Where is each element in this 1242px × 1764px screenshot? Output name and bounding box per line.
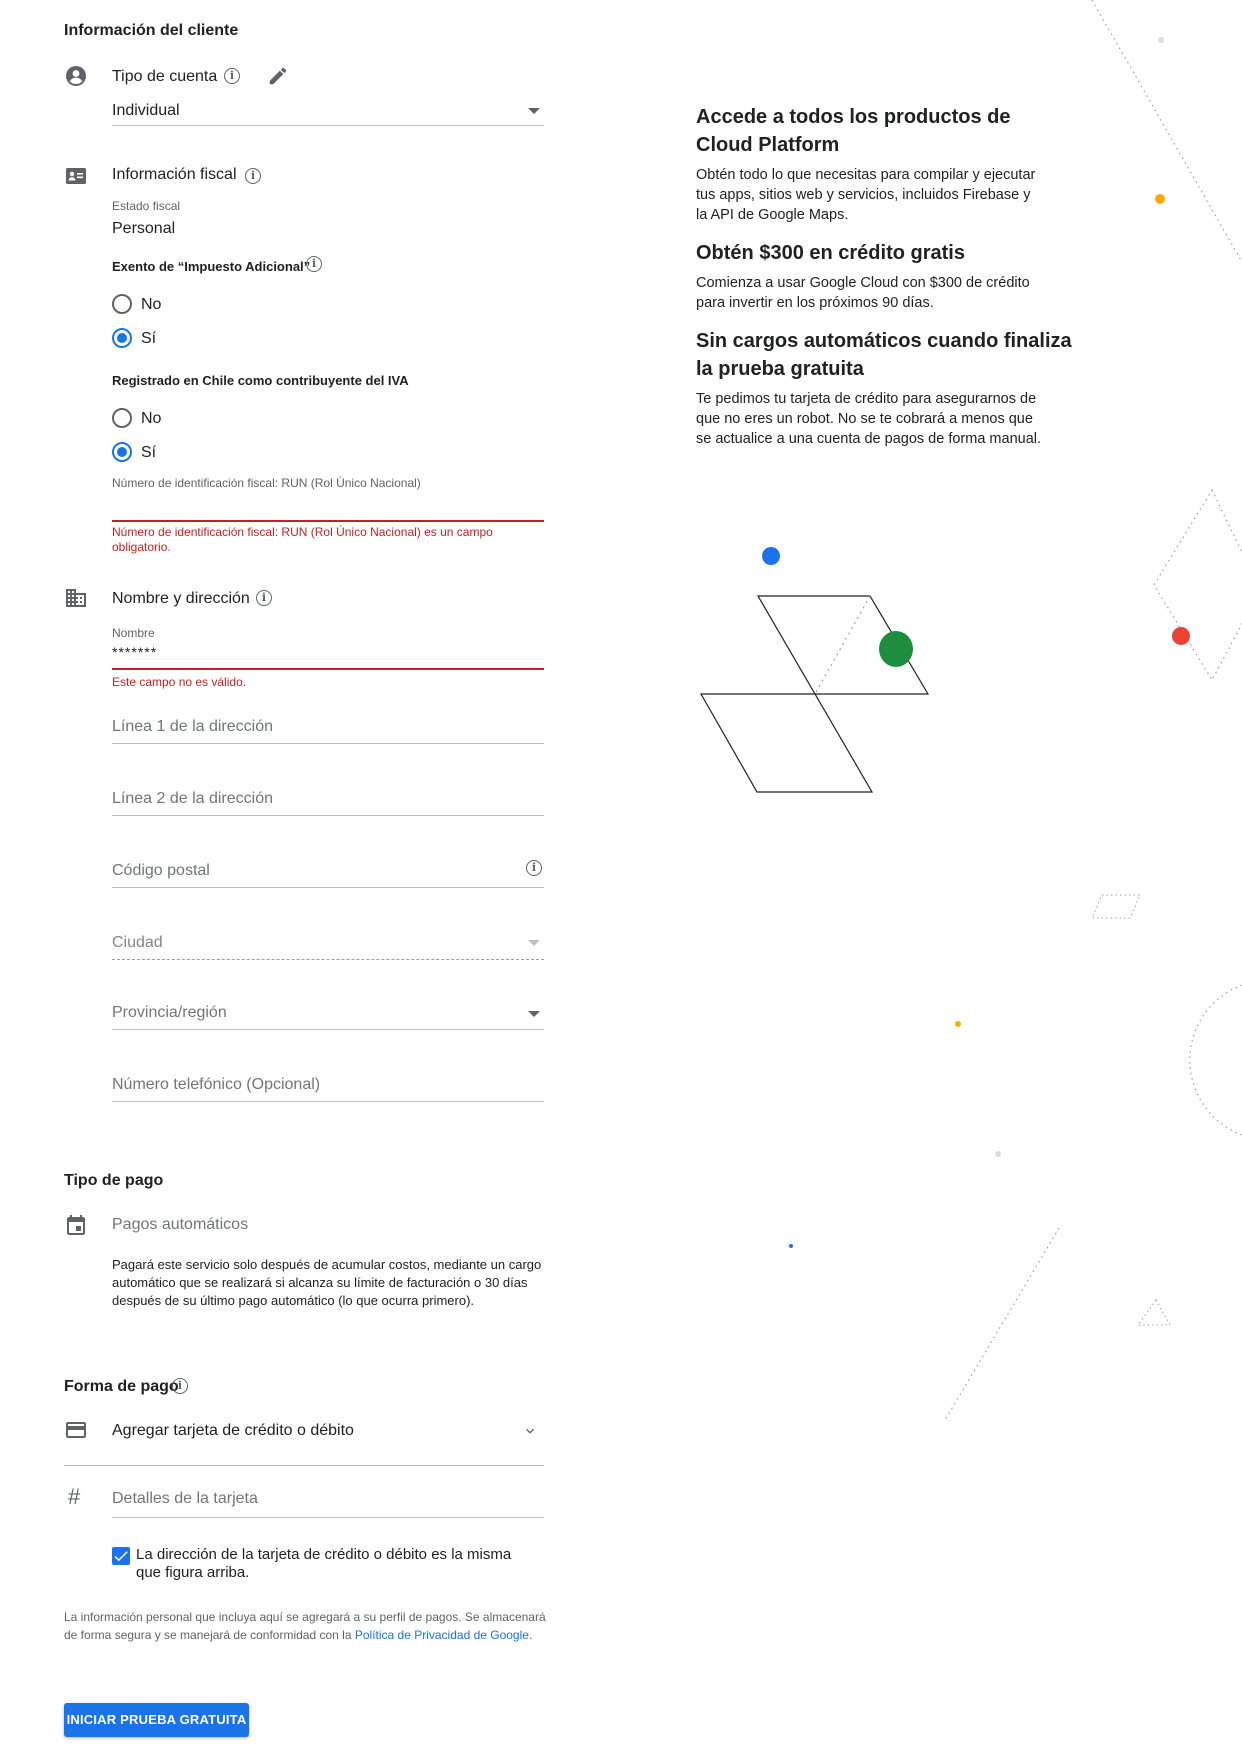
address-line2-input[interactable]: Línea 2 de la dirección xyxy=(112,784,544,816)
tax-status-value: Personal xyxy=(112,220,176,237)
same-address-label: La dirección de la tarjeta de crédito o … xyxy=(136,1546,511,1582)
account-circle-icon xyxy=(66,66,86,86)
name-input[interactable]: Nombre ******* xyxy=(112,622,544,672)
payment-method-title: Forma de pago xyxy=(64,1378,179,1395)
field-underline xyxy=(112,125,544,126)
edit-pencil-icon[interactable] xyxy=(267,65,289,87)
tax-info-label: Información fiscal xyxy=(112,166,237,183)
hash-icon: # xyxy=(68,1484,81,1509)
additional-tax-exempt-label: Exento de “Impuesto Adicional” xyxy=(112,259,311,274)
city-placeholder: Ciudad xyxy=(112,934,163,951)
tax-exempt-no-label: No xyxy=(141,296,162,313)
tax-exempt-yes-radio[interactable] xyxy=(112,328,132,348)
same-address-label-line1: La dirección de la tarjeta de crédito o … xyxy=(136,1546,512,1563)
payment-type-description-line1: Pagará este servicio solo después de acu… xyxy=(112,1257,542,1272)
privacy-note-suffix: . xyxy=(528,1628,533,1642)
account-type-select[interactable]: Individual xyxy=(112,96,544,126)
name-address-label: Nombre y dirección xyxy=(112,590,250,607)
vat-no-label: No xyxy=(141,410,162,427)
field-underline xyxy=(112,887,544,888)
tax-id-label: Número de identificación fiscal: RUN (Ro… xyxy=(112,476,421,490)
field-underline-error xyxy=(112,520,544,522)
field-underline xyxy=(64,1465,544,1466)
address-line1-input[interactable]: Línea 1 de la dirección xyxy=(112,712,544,744)
vat-registered-label: Registrado en Chile como contribuyente d… xyxy=(112,373,409,388)
credit-card-icon xyxy=(66,1422,86,1438)
chevron-down-icon xyxy=(528,108,540,114)
tax-id-error-line1: Número de identificación fiscal: RUN (Ro… xyxy=(112,525,493,539)
payment-method-select[interactable]: Agregar tarjeta de crédito o débito xyxy=(64,1412,544,1466)
payment-type-title: Tipo de pago xyxy=(64,1172,164,1189)
privacy-note-prefix: de forma segura y se manejará de conform… xyxy=(64,1628,352,1642)
field-underline xyxy=(112,743,544,744)
payment-type-description-line3: después de su último pago automático (lo… xyxy=(112,1293,475,1308)
province-placeholder: Provincia/región xyxy=(112,1004,227,1021)
address-line1-placeholder: Línea 1 de la dirección xyxy=(112,718,273,735)
chevron-down-icon xyxy=(526,1428,534,1434)
field-underline xyxy=(112,1029,544,1030)
card-details-placeholder: Detalles de la tarjeta xyxy=(112,1490,258,1507)
tax-exempt-no-radio[interactable] xyxy=(112,294,132,314)
tax-status-label: Estado fiscal xyxy=(112,199,181,213)
tax-id-error-line2: obligatorio. xyxy=(112,540,171,554)
same-address-checkbox[interactable] xyxy=(112,1547,130,1565)
info-icon[interactable]: i xyxy=(256,590,272,606)
chevron-down-icon xyxy=(528,940,540,946)
name-label: Nombre xyxy=(112,626,155,640)
name-error: Este campo no es válido. xyxy=(112,675,247,689)
field-underline xyxy=(112,815,544,816)
info-icon[interactable]: i xyxy=(306,256,322,272)
payment-method-value: Agregar tarjeta de crédito o débito xyxy=(112,1422,354,1439)
payment-type-description: Pagará este servicio solo después de acu… xyxy=(112,1256,541,1310)
field-underline xyxy=(112,1101,544,1102)
info-icon[interactable]: i xyxy=(224,68,240,84)
city-select[interactable]: Ciudad xyxy=(112,928,544,960)
address-line2-placeholder: Línea 2 de la dirección xyxy=(112,790,273,807)
chevron-down-icon xyxy=(528,1011,540,1017)
info-icon[interactable]: i xyxy=(526,860,542,876)
same-address-label-line2: que figura arriba. xyxy=(136,1564,250,1581)
privacy-note-line2: de forma segura y se manejará de conform… xyxy=(64,1626,546,1644)
card-details-input[interactable]: # Detalles de la tarjeta xyxy=(64,1482,544,1518)
postal-code-input[interactable]: Código postal i xyxy=(112,856,544,888)
account-type-value: Individual xyxy=(112,102,180,119)
privacy-note: La información personal que incluya aquí… xyxy=(64,1608,546,1644)
payment-type-value: Pagos automáticos xyxy=(112,1216,249,1233)
payment-type-description-line2: automático que se realizará si alcanza s… xyxy=(112,1275,528,1290)
province-select[interactable]: Provincia/región xyxy=(112,998,544,1030)
postal-code-placeholder: Código postal xyxy=(112,862,210,879)
start-free-trial-button[interactable]: INICIAR PRUEBA GRATUITA xyxy=(64,1703,249,1737)
name-value: ******* xyxy=(112,644,158,660)
tax-id-input[interactable]: Número de identificación fiscal: RUN (Ro… xyxy=(112,474,544,522)
vat-no-radio[interactable] xyxy=(112,408,132,428)
id-card-icon xyxy=(66,168,86,184)
info-icon[interactable]: i xyxy=(172,1378,188,1394)
checkbox-check-icon xyxy=(114,1551,128,1562)
calendar-icon xyxy=(67,1215,85,1235)
customer-info-title: Información del cliente xyxy=(64,22,239,39)
field-underline-error xyxy=(112,668,544,670)
tax-exempt-yes-label: Sí xyxy=(141,330,157,347)
field-underline xyxy=(112,1517,544,1518)
info-icon[interactable]: i xyxy=(245,168,261,184)
building-icon xyxy=(66,589,86,607)
vat-yes-label: Sí xyxy=(141,444,157,461)
decorative-illustration xyxy=(699,0,1242,1421)
privacy-policy-link[interactable]: Política de Privacidad de Google xyxy=(355,1628,529,1642)
account-type-label: Tipo de cuenta xyxy=(112,68,218,85)
privacy-note-line1: La información personal que incluya aquí… xyxy=(64,1610,546,1624)
phone-input[interactable]: Número telefónico (Opcional) xyxy=(112,1070,544,1102)
field-underline-disabled xyxy=(112,959,544,960)
vat-yes-radio[interactable] xyxy=(112,442,132,462)
tax-id-error: Número de identificación fiscal: RUN (Ro… xyxy=(112,525,544,555)
phone-placeholder: Número telefónico (Opcional) xyxy=(112,1076,321,1093)
